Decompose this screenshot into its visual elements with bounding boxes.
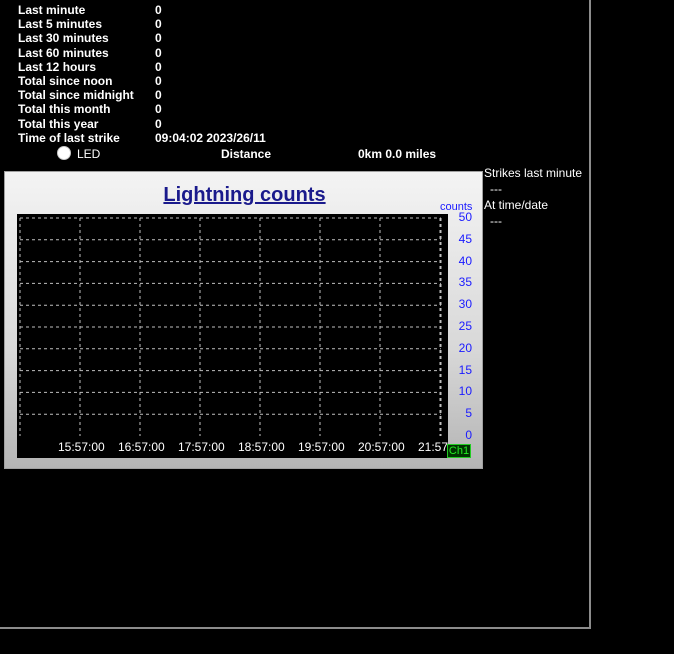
- y-tick-label: 15: [458, 362, 472, 377]
- lightning-chart: Lightning counts counts 50 45 40 35 30 25 20 15…: [4, 171, 483, 469]
- x-tick-label: 15:57:00: [58, 440, 105, 454]
- stat-value: 0: [155, 59, 162, 74]
- x-tick-label: 18:57:00: [238, 440, 285, 454]
- stat-label: Last minute: [18, 3, 86, 17]
- x-tick-label: 21:57: [418, 440, 449, 454]
- stat-label: Last 60 minutes: [18, 45, 109, 60]
- stat-label: Last 12 hours: [18, 59, 97, 74]
- x-tick-label: 16:57:00: [118, 440, 165, 454]
- stat-value: 0: [155, 17, 162, 32]
- y-tick-label: 45: [458, 231, 472, 246]
- stat-value: 0: [155, 31, 162, 46]
- stat-value: 0: [155, 88, 162, 103]
- y-tick-label: 50: [458, 210, 472, 224]
- x-tick-label: 19:57:00: [298, 440, 345, 454]
- at-time-date-value: ---: [490, 214, 502, 228]
- stat-value: 0: [155, 73, 162, 88]
- y-tick-label: 25: [458, 319, 472, 333]
- stat-value: 0: [155, 102, 162, 117]
- y-tick-label: 10: [458, 384, 472, 399]
- led-circle-icon: [57, 146, 71, 160]
- panel-border-bottom: [0, 627, 591, 629]
- stat-label: Total since noon: [18, 73, 113, 88]
- y-tick-label: 40: [458, 253, 472, 268]
- led-label: LED: [77, 147, 101, 161]
- stat-label: Total this month: [18, 102, 111, 117]
- distance-value: 0km 0.0 miles: [358, 147, 437, 161]
- y-tick-label: 30: [458, 297, 472, 312]
- y-tick-label: 0: [465, 428, 472, 442]
- y-tick-label: 5: [465, 406, 472, 421]
- stat-label: Total since midnight: [18, 88, 134, 103]
- stat-label: Last 30 minutes: [18, 31, 109, 46]
- y-tick-label: 20: [458, 340, 472, 355]
- stat-label: Last 5 minutes: [18, 17, 103, 32]
- stat-value: 0: [155, 116, 162, 131]
- x-tick-label: 17:57:00: [178, 440, 225, 454]
- channel-badge[interactable]: Ch1: [447, 444, 471, 458]
- stat-value: 0: [155, 3, 162, 17]
- stat-label: Time of last strike: [18, 130, 120, 145]
- stat-value: 09:04:02 2023/26/11: [155, 130, 266, 145]
- at-time-date-label: At time/date: [484, 198, 549, 212]
- y-tick-label: 35: [458, 275, 472, 290]
- stat-value: 0: [155, 45, 162, 60]
- strikes-last-minute-value: ---: [490, 182, 502, 196]
- panel-border-right: [589, 0, 591, 628]
- lightning-monitor-window: Last minute 0 Last 5 minutes 0 Last 30 m…: [0, 0, 674, 654]
- stat-label: Total this year: [18, 116, 99, 131]
- strikes-last-minute-label: Strikes last minute: [484, 166, 583, 180]
- x-tick-label: 20:57:00: [358, 440, 405, 454]
- distance-label: Distance: [221, 147, 272, 161]
- chart-grid: [19, 217, 442, 436]
